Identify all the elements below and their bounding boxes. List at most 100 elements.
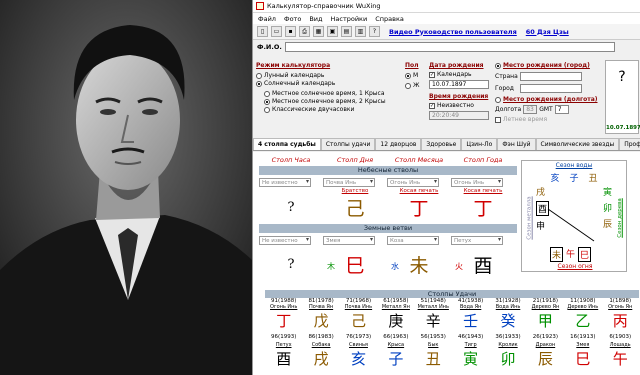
- new-file-icon[interactable]: ▯: [257, 26, 268, 37]
- solar-radio[interactable]: [256, 80, 262, 87]
- unknown-time-option[interactable]: ✓ Неизвестно: [429, 102, 491, 109]
- luck-branch-char: 酉: [276, 350, 292, 368]
- longitude-title: Место рождения (долгота): [503, 96, 598, 103]
- solar-mode-3-radio[interactable]: [264, 106, 270, 113]
- sex-group: Пол М Ж: [405, 62, 425, 89]
- city-select[interactable]: [520, 84, 582, 93]
- fio-row: Ф.И.О.: [253, 40, 640, 54]
- solar-mode-2-radio[interactable]: [264, 98, 270, 105]
- calendar-icon[interactable]: ▥: [355, 26, 366, 37]
- hour-pillar-header: Столп Часа: [271, 156, 311, 164]
- tab-12-palaces[interactable]: 12 дворцов: [375, 138, 422, 150]
- menu-view[interactable]: Вид: [309, 15, 322, 23]
- luck-pillars-section: Столпы Удачи 91(1988) 81(1978) 71(1968) 61(…: [265, 290, 639, 369]
- portrait-photo: [0, 0, 252, 375]
- longitude-option[interactable]: Место рождения (долгота): [495, 96, 605, 103]
- day-branch-select[interactable]: Змея: [323, 236, 375, 245]
- save-icon[interactable]: ▪: [285, 26, 296, 37]
- city-option[interactable]: Место рождения (город): [495, 62, 605, 69]
- fio-input[interactable]: [284, 42, 615, 52]
- sixty-jiazi-link[interactable]: 60 Дзя Цзы: [526, 28, 569, 36]
- print-icon[interactable]: ⎙: [299, 26, 310, 37]
- seasons-diagram: Сезон воды 亥 子 丑 戌 酉 申 寅 卯 辰 未 午 巳 Сезон…: [521, 160, 627, 272]
- luck-age: 86(1983): [308, 334, 334, 340]
- luck-branch-char: 午: [612, 350, 628, 368]
- parameters-panel: Режим калькулятора Лунный календарь Солн…: [253, 56, 640, 138]
- female-label: Ж: [413, 82, 420, 89]
- menu-help[interactable]: Справка: [375, 15, 404, 23]
- lunar-radio[interactable]: [256, 72, 262, 79]
- branch-zi: 子: [569, 174, 579, 184]
- luck-stem-char: 癸: [500, 312, 516, 330]
- luck-branch-char: 戌: [313, 350, 329, 368]
- mode-group: Режим калькулятора Лунный календарь Солн…: [256, 62, 396, 113]
- month-branch-element: 水: [391, 261, 399, 271]
- gmt-field[interactable]: 7: [554, 105, 569, 114]
- day-stem-select[interactable]: Почва Инь: [323, 178, 375, 187]
- menu-file[interactable]: Файл: [258, 15, 276, 23]
- year-stem-select[interactable]: Огонь Инь: [451, 178, 503, 187]
- chart-icon[interactable]: ▤: [341, 26, 352, 37]
- calendar-checkbox[interactable]: ✓: [429, 71, 435, 78]
- photo-box[interactable]: ? 10.07.1897: [605, 60, 640, 134]
- country-select[interactable]: [520, 72, 582, 81]
- luck-branch-char: 亥: [350, 350, 366, 368]
- solar-mode-2[interactable]: Местное солнечное время, 2 Крысы: [264, 98, 396, 105]
- hour-branch-select[interactable]: Не известно: [259, 236, 311, 245]
- birthdate-field[interactable]: 10.07.1897: [429, 80, 489, 89]
- month-branch-select[interactable]: Коза: [387, 236, 439, 245]
- birthtime-field[interactable]: 20:20:49: [429, 111, 489, 120]
- month-stem-select[interactable]: Огонь Инь: [387, 178, 439, 187]
- solar-mode-3[interactable]: Классические двучасовки: [264, 106, 396, 113]
- menu-settings[interactable]: Настройки: [331, 15, 368, 23]
- help-icon[interactable]: ?: [369, 26, 380, 37]
- year-branch-element: 火: [455, 261, 463, 271]
- longitude-field[interactable]: 83: [523, 105, 538, 114]
- place-group: Место рождения (город) Страна Город Мест…: [495, 62, 605, 123]
- pillar-headers: Столп Часа Столп Дня Столп Месяца Столп …: [259, 156, 517, 164]
- lunar-label: Лунный календарь: [264, 72, 325, 79]
- year-branch-select[interactable]: Петух: [451, 236, 503, 245]
- luck-branch-char: 寅: [463, 350, 479, 368]
- luck-age: 96(1993): [271, 334, 297, 340]
- sex-female[interactable]: Ж: [405, 82, 425, 89]
- solar-mode-1[interactable]: Местное солнечное время, 1 Крыса: [264, 90, 396, 97]
- unknown-time-checkbox[interactable]: ✓: [429, 102, 435, 109]
- solar-mode-1-radio[interactable]: [264, 90, 270, 97]
- luck-stem-char: 己: [350, 312, 366, 330]
- open-folder-icon[interactable]: ▭: [271, 26, 282, 37]
- menu-photo[interactable]: Фото: [284, 15, 301, 23]
- tab-chart-profile[interactable]: Профиль карты: [619, 138, 640, 150]
- city-radio[interactable]: [495, 62, 501, 69]
- tab-jing-luo[interactable]: Цзин-Ло: [461, 138, 498, 150]
- summer-time-option[interactable]: Летнее время: [495, 116, 605, 123]
- male-radio[interactable]: [405, 72, 411, 79]
- tab-feng-shui[interactable]: Фэн Шуй: [497, 138, 536, 150]
- summer-time-checkbox[interactable]: [495, 116, 501, 123]
- longitude-label: Долгота: [495, 106, 522, 113]
- male-label: М: [413, 72, 419, 79]
- tab-luck-pillars[interactable]: Столпы удачи: [320, 138, 376, 150]
- image-icon[interactable]: ▣: [327, 26, 338, 37]
- tab-symbolic-stars[interactable]: Символические звезды: [535, 138, 620, 150]
- window-title: Калькулятор-справочник WuXing: [267, 2, 381, 10]
- branch-yin: 寅: [602, 188, 612, 198]
- luck-stem-char: 丙: [612, 312, 628, 330]
- luck-age: 6(1903): [609, 334, 632, 340]
- water-season-label: Сезон воды: [555, 162, 593, 169]
- summer-time-label: Летнее время: [503, 116, 548, 123]
- video-guide-link[interactable]: Видео Руководство пользователя: [389, 28, 517, 36]
- grid-icon[interactable]: ▦: [313, 26, 324, 37]
- branch-chou: 丑: [588, 174, 598, 184]
- tab-four-pillars[interactable]: 4 столпа судьбы: [253, 138, 321, 150]
- tab-health[interactable]: Здоровье: [421, 138, 462, 150]
- calendar-option[interactable]: ✓ Календарь: [429, 71, 491, 78]
- hour-stem-select[interactable]: Не известно: [259, 178, 311, 187]
- year-pillar-header: Столп Года: [463, 156, 503, 164]
- lunar-option[interactable]: Лунный календарь: [256, 72, 396, 79]
- sex-male[interactable]: М: [405, 72, 425, 79]
- longitude-radio[interactable]: [495, 96, 501, 103]
- female-radio[interactable]: [405, 82, 411, 89]
- luck-branch-char: 丑: [425, 350, 441, 368]
- solar-option[interactable]: Солнечный календарь: [256, 80, 396, 87]
